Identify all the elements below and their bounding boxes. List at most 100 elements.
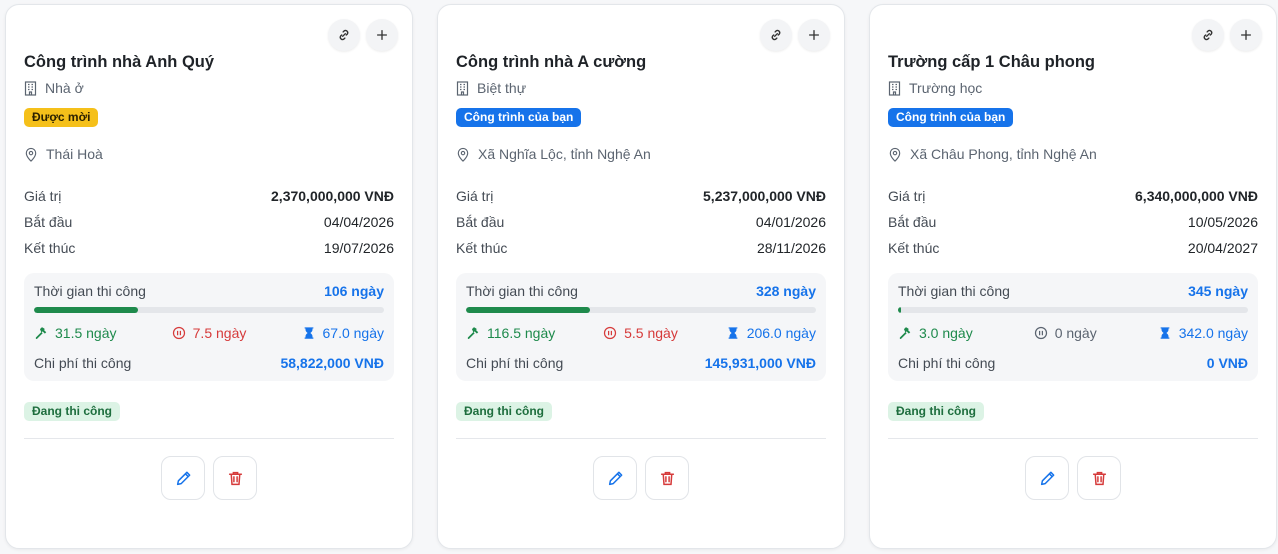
worked-stat: 116.5 ngày	[466, 325, 555, 341]
add-button[interactable]	[798, 19, 830, 51]
role-badge: Công trình của bạn	[888, 108, 1014, 127]
paused-stat: 0 ngày	[1034, 325, 1097, 341]
hourglass-icon	[304, 327, 313, 339]
cost-value: 0 VNĐ	[1206, 355, 1248, 371]
construction-panel: Thời gian thi công 345 ngày 3.0 ngày 0 n…	[888, 273, 1258, 381]
project-type-label: Trường học	[909, 80, 983, 96]
progress-fill	[466, 307, 591, 313]
remaining-stat: 342.0 ngày	[1158, 325, 1248, 341]
building-icon	[456, 80, 469, 96]
edit-button[interactable]	[1025, 456, 1069, 500]
cost-value: 58,822,000 VNĐ	[280, 355, 384, 371]
role-badge: Được mời	[24, 108, 99, 127]
edit-button[interactable]	[593, 456, 637, 500]
link-button[interactable]	[760, 19, 792, 51]
card-top-actions	[1192, 19, 1262, 51]
duration-value: 328 ngày	[756, 283, 816, 299]
start-row: Bắt đầu 04/04/2026	[24, 209, 394, 235]
trash-icon	[660, 471, 674, 485]
start-label: Bắt đầu	[888, 214, 937, 230]
pencil-icon	[608, 471, 622, 485]
cost-line: Chi phí thi công 58,822,000 VNĐ	[34, 355, 384, 371]
value-amount: 5,237,000,000 VNĐ	[703, 188, 826, 204]
trash-icon	[1092, 471, 1106, 485]
edit-button[interactable]	[161, 456, 205, 500]
hammer-icon	[35, 327, 47, 339]
role-badge: Công trình của bạn	[456, 108, 582, 127]
pause-circle-icon	[603, 326, 617, 340]
delete-button[interactable]	[645, 456, 689, 500]
time-stats: 3.0 ngày 0 ngày 342.0 ngày	[898, 324, 1248, 342]
building-icon	[888, 80, 901, 96]
project-type: Trường học	[888, 80, 982, 96]
value-row: Giá trị 6,340,000,000 VNĐ	[888, 183, 1258, 209]
worked-stat: 3.0 ngày	[898, 325, 973, 341]
start-date: 10/05/2026	[1187, 214, 1258, 230]
progress-bar	[466, 307, 816, 313]
project-title: Trường cấp 1 Châu phong	[888, 53, 1096, 71]
start-row: Bắt đầu 10/05/2026	[888, 209, 1258, 235]
pause-circle-icon	[1034, 326, 1047, 340]
project-info: Giá trị 6,340,000,000 VNĐ Bắt đầu 10/05/…	[888, 183, 1258, 261]
project-card: Công trình nhà Anh Quý Nhà ở Được mời Th…	[5, 4, 413, 549]
project-location: Xã Châu Phong, tỉnh Nghệ An	[888, 146, 1097, 162]
duration-line: Thời gian thi công 106 ngày	[34, 283, 384, 299]
plus-icon	[376, 29, 388, 41]
progress-bar	[898, 307, 1248, 313]
project-type-label: Nhà ở	[45, 80, 84, 96]
duration-label: Thời gian thi công	[898, 283, 1010, 299]
duration-line: Thời gian thi công 328 ngày	[466, 283, 816, 299]
link-icon	[339, 29, 349, 41]
project-type: Biệt thự	[456, 80, 526, 96]
project-info: Giá trị 2,370,000,000 VNĐ Bắt đầu 04/04/…	[24, 183, 394, 261]
remaining-stat: 67.0 ngày	[302, 325, 384, 341]
start-label: Bắt đầu	[24, 214, 73, 230]
project-location-label: Thái Hoà	[46, 146, 103, 162]
link-button[interactable]	[1192, 19, 1224, 51]
status-badge: Đang thi công	[24, 402, 120, 421]
link-button[interactable]	[328, 19, 360, 51]
project-location: Xã Nghĩa Lộc, tỉnh Nghệ An	[456, 146, 651, 162]
divider	[888, 438, 1258, 439]
project-location-label: Xã Châu Phong, tỉnh Nghệ An	[910, 146, 1097, 162]
duration-label: Thời gian thi công	[466, 283, 578, 299]
pencil-icon	[1040, 471, 1054, 485]
end-label: Kết thúc	[24, 240, 76, 256]
worked-days: 116.5 ngày	[487, 325, 556, 341]
time-stats: 31.5 ngày 7.5 ngày 67.0 ngày	[34, 324, 384, 342]
progress-bar	[34, 307, 384, 313]
duration-value: 345 ngày	[1188, 283, 1248, 299]
end-row: Kết thúc 20/04/2027	[888, 235, 1258, 261]
project-info: Giá trị 5,237,000,000 VNĐ Bắt đầu 04/01/…	[456, 183, 826, 261]
location-pin-icon	[457, 147, 469, 162]
delete-button[interactable]	[213, 456, 257, 500]
project-type-label: Biệt thự	[477, 80, 527, 96]
card-top-actions	[760, 19, 830, 51]
add-button[interactable]	[1230, 19, 1262, 51]
hammer-icon	[467, 327, 479, 339]
card-actions	[870, 456, 1276, 500]
value-amount: 2,370,000,000 VNĐ	[271, 188, 394, 204]
remaining-days: 206.0 ngày	[746, 325, 816, 341]
hourglass-icon	[728, 327, 738, 339]
add-button[interactable]	[366, 19, 398, 51]
cost-label: Chi phí thi công	[898, 355, 996, 371]
cost-line: Chi phí thi công 0 VNĐ	[898, 355, 1248, 371]
progress-fill	[34, 307, 138, 313]
time-stats: 116.5 ngày 5.5 ngày 206.0 ngày	[466, 324, 816, 342]
duration-value: 106 ngày	[324, 283, 384, 299]
project-card: Trường cấp 1 Châu phong Trường học Công …	[869, 4, 1277, 549]
card-top-actions	[328, 19, 398, 51]
duration-line: Thời gian thi công 345 ngày	[898, 283, 1248, 299]
delete-button[interactable]	[1077, 456, 1121, 500]
project-location-label: Xã Nghĩa Lộc, tỉnh Nghệ An	[478, 146, 651, 162]
construction-panel: Thời gian thi công 106 ngày 31.5 ngày 7.…	[24, 273, 394, 381]
status-badge: Đang thi công	[456, 402, 552, 421]
worked-days: 3.0 ngày	[919, 325, 973, 341]
location-pin-icon	[889, 147, 901, 162]
divider	[24, 438, 394, 439]
progress-fill	[898, 307, 902, 313]
hourglass-icon	[1160, 327, 1170, 339]
value-row: Giá trị 5,237,000,000 VNĐ	[456, 183, 826, 209]
duration-label: Thời gian thi công	[34, 283, 146, 299]
